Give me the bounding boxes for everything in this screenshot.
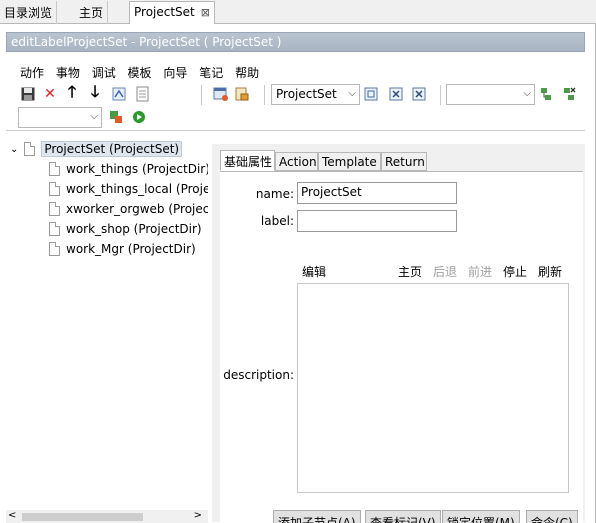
thing-tree: ⌄ ProjectSet (ProjectSet) work_things (P… (6, 137, 208, 509)
toolbar-separator (440, 85, 441, 105)
thing-editor-icon[interactable] (213, 86, 229, 102)
name-label: name: (255, 187, 294, 201)
x-box-icon[interactable] (388, 86, 404, 102)
tree-item[interactable]: xworker_orgweb (ProjectDir) (49, 199, 208, 219)
document-icon[interactable] (135, 86, 151, 102)
secondary-toolbar: ⌵ (18, 106, 318, 128)
tree-remove-icon[interactable] (561, 86, 577, 102)
save-icon[interactable] (20, 86, 36, 102)
scroll-left-icon[interactable]: < (8, 510, 16, 521)
tree-item[interactable]: work_things (ProjectDir) (49, 159, 208, 179)
chevron-down-icon[interactable]: ⌄ (10, 144, 18, 155)
tab-basic-attributes[interactable]: 基础属性 (220, 150, 275, 171)
action-combo[interactable]: ⌵ (18, 107, 102, 128)
chevron-down-icon: ⌵ (90, 111, 98, 122)
tree-horizontal-scrollbar[interactable]: < > (6, 510, 208, 523)
name-field[interactable]: ProjectSet (297, 182, 457, 204)
scroll-right-icon[interactable]: > (194, 510, 202, 521)
menu-template[interactable]: 模板 (128, 66, 152, 80)
label-label: label: (260, 214, 294, 228)
scrollbar-thumb[interactable] (22, 513, 143, 521)
tab-return[interactable]: Return (381, 152, 427, 171)
editor-tab-bar: 目录浏览 主页 ProjectSet ⊠ (0, 0, 596, 25)
toolbar-separator (264, 85, 265, 105)
tab-action[interactable]: Action (275, 152, 318, 171)
menu-thing[interactable]: 事物 (56, 66, 80, 80)
move-down-icon[interactable]: 🡓 (87, 82, 103, 102)
main-toolbar: ✕ 🡑 🡓 ProjectSet ⌵ ⌵ (18, 82, 588, 106)
editor-title-bar: editLabelProjectSet - ProjectSet ( Proje… (6, 32, 585, 52)
run-icon[interactable] (131, 109, 147, 125)
refresh-link[interactable]: 刷新 (538, 263, 562, 280)
file-icon (49, 162, 60, 176)
tree-item[interactable]: work_Mgr (ProjectDir) (49, 239, 196, 259)
file-icon (49, 182, 60, 196)
tab-template[interactable]: Template (318, 152, 381, 171)
toolbar-separator (201, 85, 202, 105)
edit-link[interactable]: 编辑 (302, 263, 326, 280)
file-icon (49, 202, 60, 216)
view-marks-button[interactable]: 查看标记(V) (365, 510, 441, 523)
open-thing-icon[interactable] (363, 86, 379, 102)
attribute-form: name: ProjectSet label: 编辑 主页 后退 前进 停止 刷… (220, 171, 583, 522)
attribute-panel: 基础属性 Action Template Return name: Projec… (212, 144, 585, 523)
back-link[interactable]: 后退 (433, 263, 457, 280)
move-up-icon[interactable]: 🡑 (64, 82, 80, 102)
menu-wizard[interactable]: 向导 (163, 66, 187, 80)
tab-home[interactable]: 主页 (75, 1, 109, 24)
delete-icon[interactable]: ✕ (42, 86, 58, 102)
editor-title: editLabelProjectSet - ProjectSet ( Proje… (11, 35, 282, 49)
outline-icon[interactable] (111, 86, 127, 102)
editor-panel: editLabelProjectSet - ProjectSet ( Proje… (0, 24, 596, 523)
lock-edit-icon[interactable] (234, 86, 250, 102)
menu-debug[interactable]: 调试 (92, 66, 116, 80)
x-box-icon[interactable] (411, 86, 427, 102)
forward-link[interactable]: 前进 (468, 263, 492, 280)
divider (6, 130, 585, 131)
menu-action[interactable]: 动作 (20, 66, 44, 80)
tree-item[interactable]: work_shop (ProjectDir) (49, 219, 202, 239)
command-button[interactable]: 命令(C) (526, 510, 578, 523)
home-link[interactable]: 主页 (398, 263, 422, 280)
stop-link[interactable]: 停止 (503, 263, 527, 280)
menu-help[interactable]: 帮助 (235, 66, 259, 80)
close-icon[interactable]: ⊠ (201, 6, 210, 19)
add-node-icon[interactable] (108, 109, 124, 125)
thing-selector-combo[interactable]: ProjectSet ⌵ (271, 84, 360, 105)
html-editor-toolbar: 编辑 主页 后退 前进 停止 刷新 (297, 261, 569, 279)
add-child-node-button[interactable]: 添加子节点(A) (273, 510, 361, 523)
label-field[interactable] (297, 210, 457, 232)
file-icon (49, 242, 60, 256)
tree-node-icon[interactable] (538, 86, 554, 102)
menu-bar: 动作 事物 调试 模板 向导 笔记 帮助 (20, 64, 267, 82)
description-editor[interactable] (297, 283, 569, 493)
tree-root-label: ProjectSet (ProjectSet) (41, 141, 183, 157)
file-icon (24, 142, 36, 156)
tree-item[interactable]: work_things_local (ProjectDir) (49, 179, 208, 199)
description-label: description: (223, 368, 294, 382)
tree-root[interactable]: ⌄ ProjectSet (ProjectSet) (10, 139, 183, 159)
menu-notes[interactable]: 笔记 (199, 66, 223, 80)
lock-position-button[interactable]: 锁定位置(M) (442, 510, 520, 523)
file-icon (49, 222, 60, 236)
chevron-down-icon: ⌵ (348, 88, 356, 99)
tab-projectset[interactable]: ProjectSet ⊠ (129, 1, 215, 25)
tab-directory-browse[interactable]: 目录浏览 (0, 1, 58, 24)
empty-combo[interactable]: ⌵ (446, 84, 535, 105)
chevron-down-icon: ⌵ (523, 88, 531, 99)
